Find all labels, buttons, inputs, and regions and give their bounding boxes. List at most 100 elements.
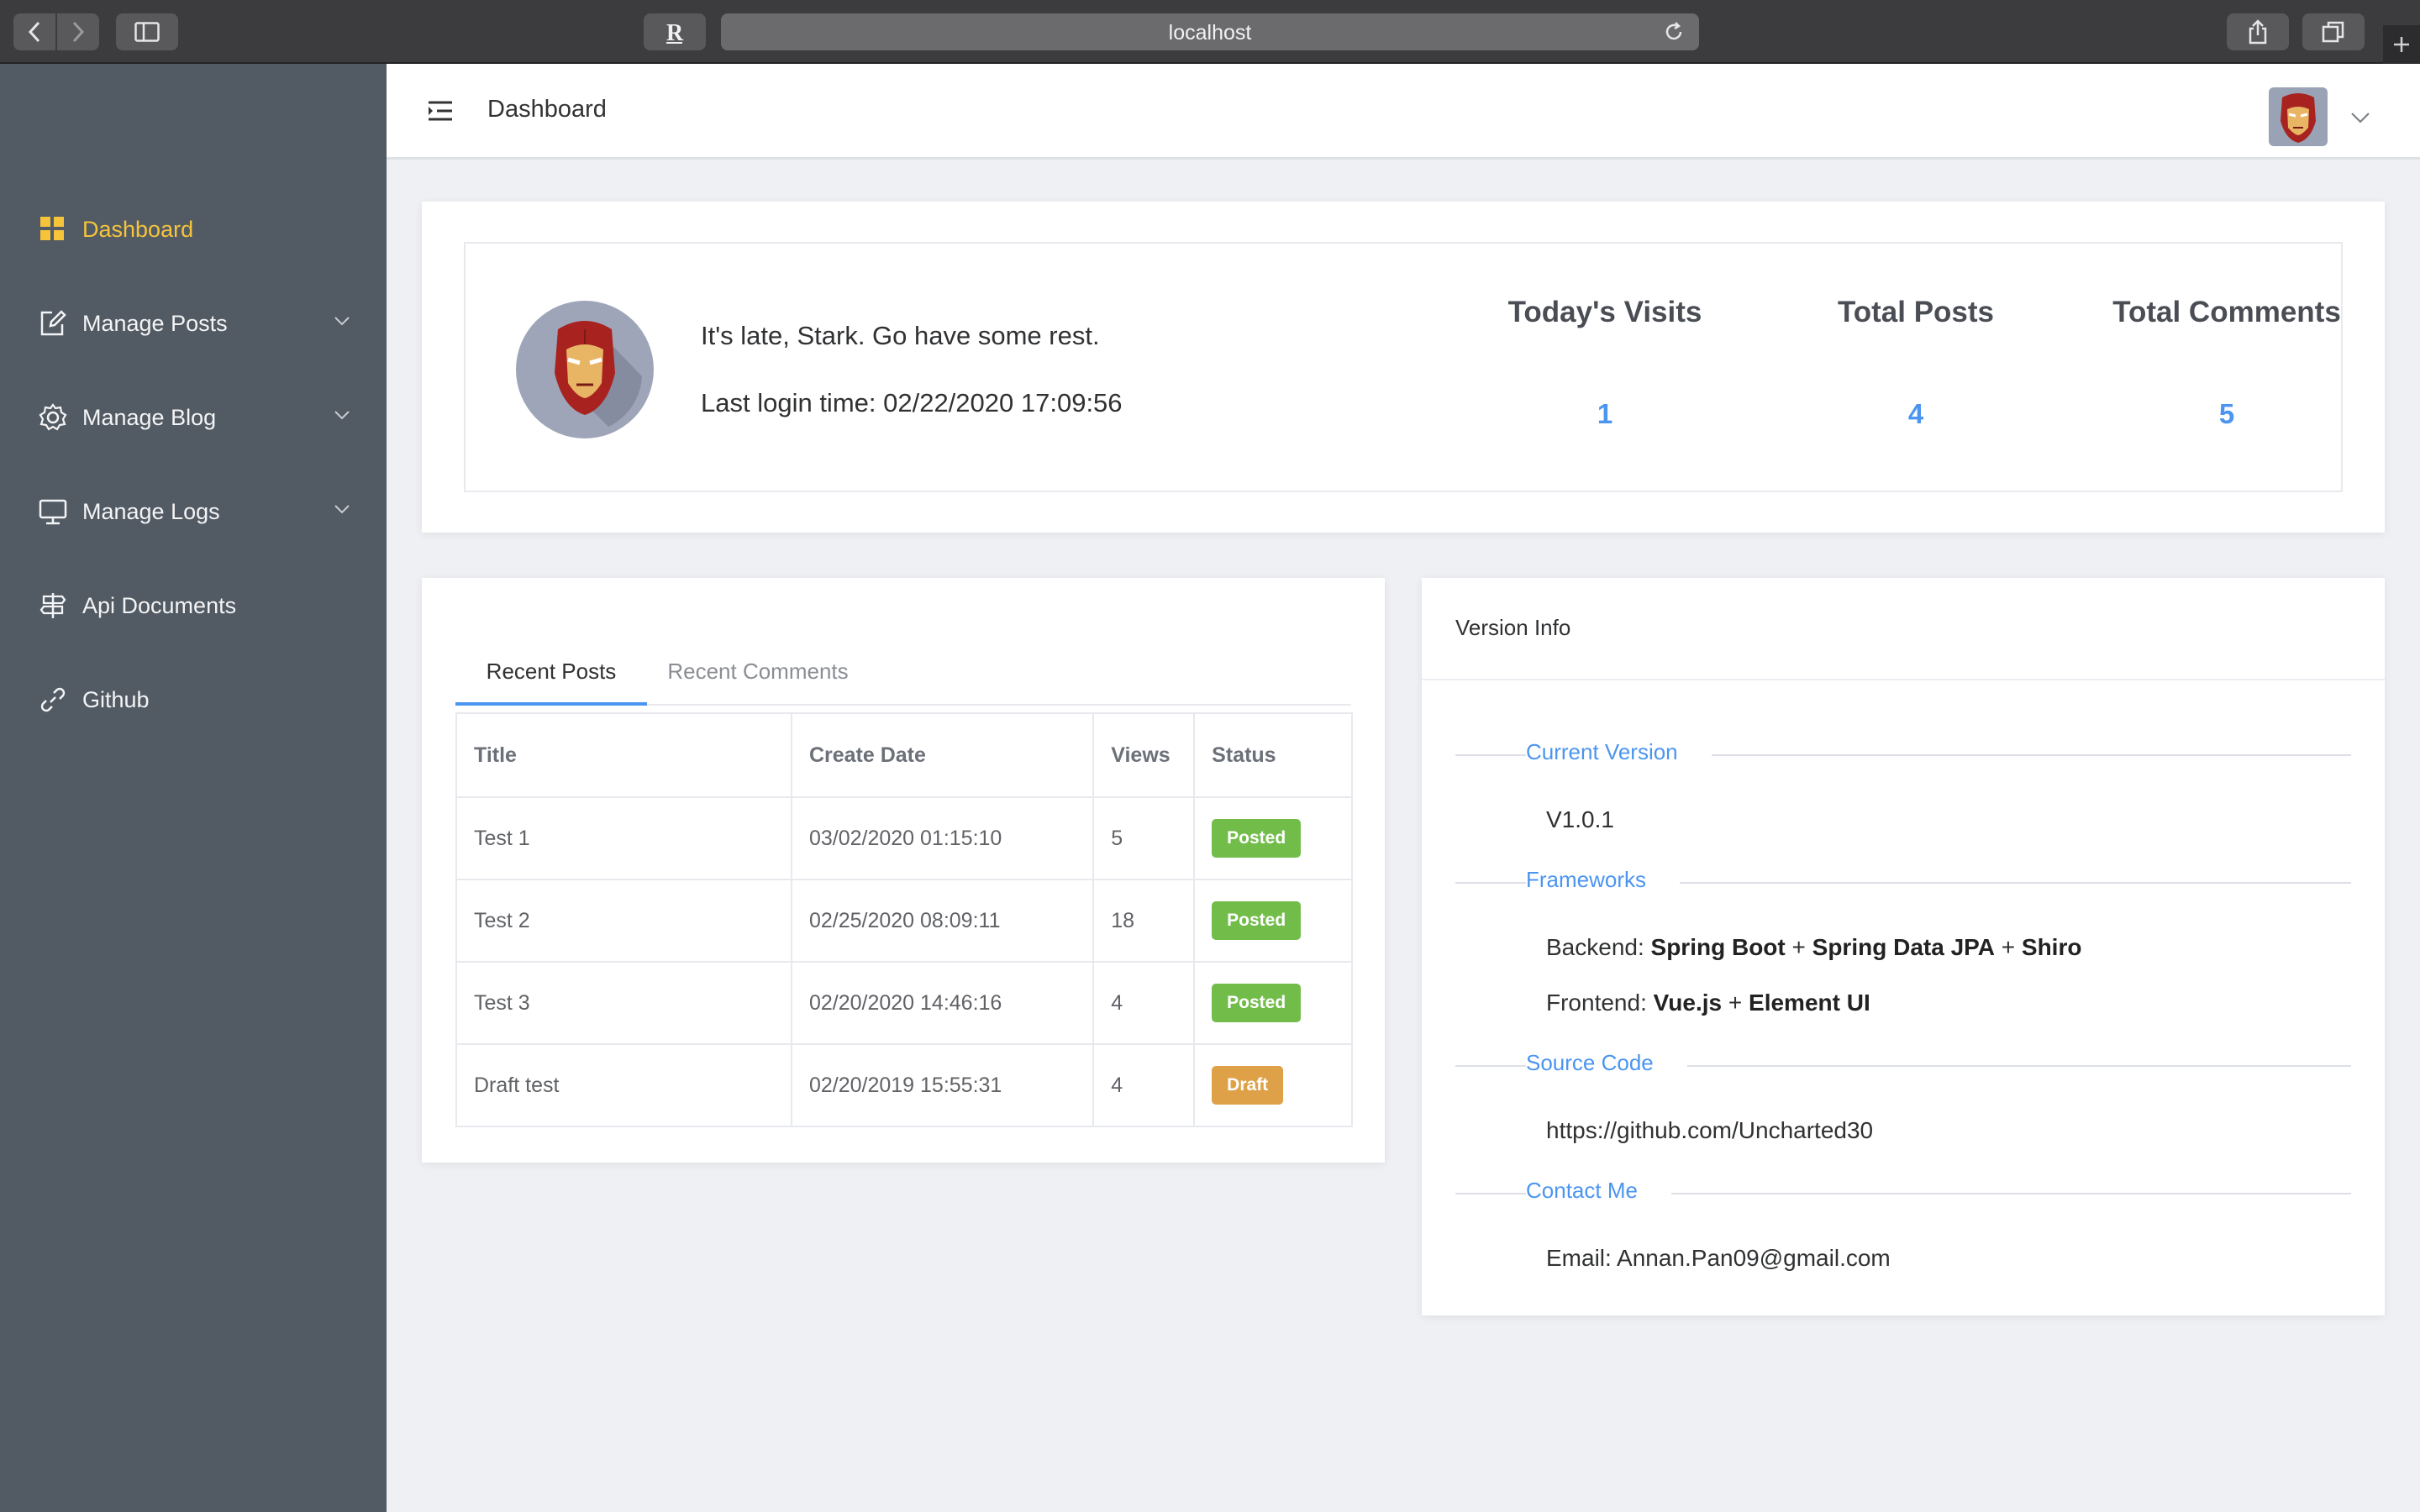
status-badge: Posted — [1212, 984, 1302, 1022]
cell-date: 02/20/2019 15:55:31 — [790, 1043, 1095, 1127]
r-logo-icon: R — [666, 20, 684, 45]
tabs-icon — [2322, 21, 2344, 43]
table-header-row: Title Create Date Views Status — [455, 712, 1353, 798]
cell-status: Posted — [1193, 961, 1353, 1045]
chevron-down-icon[interactable] — [2349, 111, 2371, 124]
divider — [1455, 1065, 1492, 1067]
framework-name: Shiro — [2021, 934, 2082, 960]
tab-bar: Recent Posts Recent Comments — [455, 645, 1351, 706]
stat-total-comments: Total Comments 5 — [2084, 296, 2370, 430]
monitor-icon — [39, 499, 67, 525]
backend-prefix: Backend: — [1546, 934, 1644, 960]
sidebar-item-manage-blog[interactable]: Manage Blog — [0, 383, 387, 450]
section-label: Current Version — [1526, 739, 1712, 765]
sidebar-item-label: Api Documents — [82, 593, 237, 618]
frontend-line: Frontend: Vue.js + Element UI — [1546, 990, 1870, 1016]
frontend-prefix: Frontend: — [1546, 990, 1647, 1016]
stat-label: Today's Visits — [1507, 296, 1702, 328]
stat-value: 1 — [1597, 398, 1613, 429]
greeting-text: It's late, Stark. Go have some rest. — [701, 321, 1100, 350]
column-header-status[interactable]: Status — [1193, 712, 1353, 798]
chevron-left-icon — [28, 21, 40, 43]
section-label: Frameworks — [1526, 867, 1681, 893]
stat-value: 5 — [2218, 398, 2235, 429]
cell-date: 03/02/2020 01:15:10 — [790, 796, 1095, 880]
section-current-version: Current Version — [1455, 738, 2351, 771]
framework-name: Vue.js — [1653, 990, 1723, 1016]
column-header-title[interactable]: Title — [455, 712, 792, 798]
iron-man-avatar-icon — [555, 321, 642, 427]
welcome-card: It's late, Stark. Go have some rest. Las… — [422, 202, 2385, 533]
card-title: Version Info — [1455, 615, 1571, 640]
stat-todays-visits: Today's Visits 1 — [1462, 296, 1748, 430]
last-login-text: Last login time: 02/22/2020 17:09:56 — [701, 388, 1123, 417]
status-badge: Draft — [1212, 1066, 1284, 1105]
stat-label: Total Comments — [2112, 296, 2341, 328]
cell-status: Posted — [1193, 879, 1353, 963]
reload-icon[interactable] — [1662, 20, 1686, 44]
tab-recent-comments[interactable]: Recent Comments — [657, 645, 859, 706]
table-row[interactable]: Test 1 03/02/2020 01:15:10 5 Posted — [455, 796, 1353, 880]
divider — [1455, 882, 1492, 884]
sidebar-item-label: Manage Posts — [82, 311, 228, 336]
sidebar-item-dashboard[interactable]: Dashboard — [0, 195, 387, 262]
sidebar-item-github[interactable]: Github — [0, 665, 387, 732]
back-button[interactable] — [13, 13, 55, 50]
sidebar-item-label: Manage Blog — [82, 405, 217, 430]
plus-sign: + — [2001, 934, 2016, 960]
divider — [1455, 754, 1492, 756]
section-frameworks: Frameworks — [1455, 865, 2351, 899]
framework-name: Spring Data JPA — [1812, 934, 1995, 960]
tab-recent-posts[interactable]: Recent Posts — [455, 645, 647, 706]
address-text: localhost — [1168, 21, 1252, 45]
divider — [1422, 679, 2385, 680]
chevron-down-icon — [334, 411, 350, 420]
signpost-icon — [39, 593, 66, 618]
welcome-panel: It's late, Stark. Go have some rest. Las… — [464, 242, 2343, 492]
profile-avatar — [516, 301, 654, 438]
sidebar-item-label: Github — [82, 687, 150, 712]
forward-button[interactable] — [57, 13, 99, 50]
share-icon — [2249, 19, 2267, 45]
new-tab-button[interactable] — [2383, 25, 2420, 64]
cell-status: Draft — [1193, 1043, 1353, 1127]
address-bar[interactable]: localhost — [721, 13, 1699, 50]
section-label: Source Code — [1526, 1050, 1687, 1076]
table-row[interactable]: Test 2 02/25/2020 08:09:11 18 Posted — [455, 879, 1353, 963]
svg-text:R: R — [666, 20, 684, 45]
section-contact-me: Contact Me — [1455, 1176, 2351, 1210]
stat-value: 4 — [1907, 398, 1924, 429]
source-code-link[interactable]: https://github.com/Uncharted30 — [1546, 1117, 1873, 1144]
stat-label: Total Posts — [1837, 296, 1995, 328]
menu-fold-icon[interactable] — [427, 99, 454, 123]
sidebar-item-label: Manage Logs — [82, 499, 220, 524]
column-header-create-date[interactable]: Create Date — [790, 712, 1095, 798]
plus-sign: + — [1791, 934, 1806, 960]
cell-date: 02/20/2020 14:46:16 — [790, 961, 1095, 1045]
sidebar-item-api-documents[interactable]: Api Documents — [0, 571, 387, 638]
version-info-card: Version Info Current Version V1.0.1 Fram… — [1422, 578, 2385, 1315]
status-badge: Posted — [1212, 901, 1302, 940]
plus-icon — [2394, 37, 2409, 52]
framework-name: Spring Boot — [1650, 934, 1786, 960]
link-icon — [40, 687, 66, 712]
cell-title: Draft test — [455, 1043, 792, 1127]
sidebar-item-manage-posts[interactable]: Manage Posts — [0, 289, 387, 356]
show-tabs-button[interactable] — [2302, 13, 2365, 50]
table-row[interactable]: Test 3 02/20/2020 14:46:16 4 Posted — [455, 961, 1353, 1045]
browser-sidebar-button[interactable] — [116, 13, 178, 50]
framework-name: Element UI — [1749, 990, 1870, 1016]
top-header: Dashboard — [387, 64, 2420, 160]
share-button[interactable] — [2227, 13, 2289, 50]
extension-button[interactable]: R — [644, 13, 706, 50]
column-header-views[interactable]: Views — [1092, 712, 1196, 798]
status-badge: Posted — [1212, 819, 1302, 858]
breadcrumb[interactable]: Dashboard — [487, 96, 607, 123]
sidebar: Dashboard Manage Posts Manage Blog Manag… — [0, 64, 387, 1512]
avatar[interactable] — [2269, 87, 2328, 146]
current-version-value: V1.0.1 — [1546, 806, 1614, 832]
cell-title: Test 2 — [455, 879, 792, 963]
table-row[interactable]: Draft test 02/20/2019 15:55:31 4 Draft — [455, 1043, 1353, 1127]
cell-title: Test 1 — [455, 796, 792, 880]
sidebar-item-manage-logs[interactable]: Manage Logs — [0, 477, 387, 544]
